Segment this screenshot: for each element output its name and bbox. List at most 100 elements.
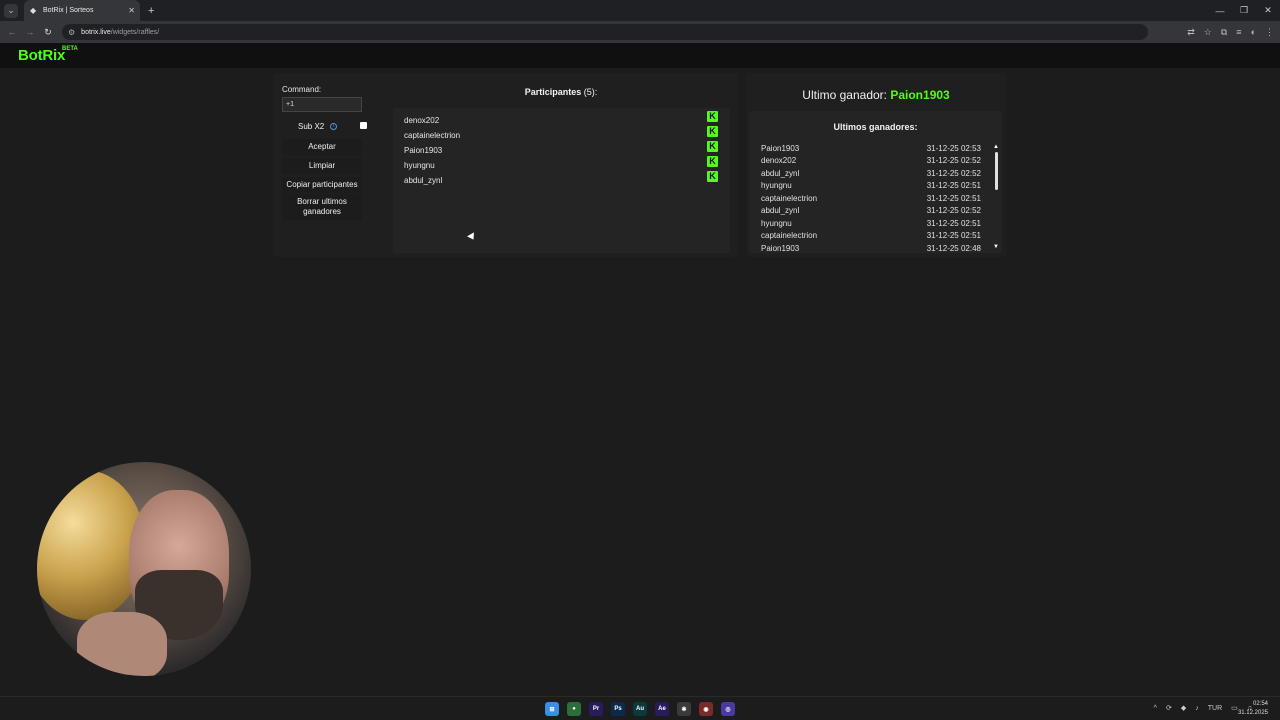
last-winner-label: Ultimo ganador: — [802, 88, 887, 102]
reload-icon[interactable]: ↻ — [42, 27, 54, 38]
settings-icon[interactable]: ✱ — [677, 702, 691, 716]
tab-title: BotRix | Sorteos — [43, 7, 94, 14]
window-controls: — ❐ ✕ — [1208, 0, 1280, 21]
command-label: Command: — [282, 85, 322, 94]
participants-list: denox202 K captainelectrion K Paion1903 … — [393, 108, 730, 253]
participant-name: captainelectrion — [404, 131, 461, 140]
webcam-overlay — [37, 462, 251, 676]
list-item: abdul_zynl K — [404, 170, 722, 185]
language-indicator[interactable]: TUR — [1208, 705, 1222, 712]
winner-name: captainelectrion — [761, 231, 818, 240]
botrix-logo[interactable]: BotRix — [18, 47, 65, 64]
kick-icon: K — [707, 126, 718, 137]
restore-icon[interactable]: ❐ — [1232, 5, 1256, 16]
clock[interactable]: 02:54 31.12.2025 — [1238, 700, 1268, 718]
last-winner-name: Paion1903 — [890, 88, 950, 102]
table-row: captainelectrion 31-12-25 02:51 — [761, 193, 981, 205]
windows-start-icon[interactable]: ⊞ — [545, 702, 559, 716]
scroll-up-icon[interactable]: ▲ — [993, 144, 999, 150]
list-item: captainelectrion K — [404, 125, 722, 140]
forward-icon[interactable]: → — [24, 27, 36, 37]
winners-list[interactable]: Ultimos ganadores: Paion1903 31-12-25 02:… — [749, 111, 1002, 253]
bookmark-star-icon[interactable]: ☆ — [1204, 27, 1212, 38]
tab-search-icon[interactable]: ⌄ — [4, 3, 18, 18]
winner-name: hyungnu — [761, 181, 792, 190]
participant-name: denox202 — [404, 116, 440, 125]
participant-name: hyungnu — [404, 161, 435, 170]
new-tab-icon[interactable]: + — [148, 5, 154, 17]
minimize-icon[interactable]: — — [1208, 6, 1232, 16]
list-item: Paion1903 K — [404, 140, 722, 155]
winner-date: 31-12-25 02:51 — [926, 181, 981, 190]
participants-title: Participantes (5): — [393, 87, 729, 97]
participants-label: Participantes — [524, 87, 582, 97]
winners-title: Ultimos ganadores: — [833, 122, 918, 132]
participant-name: Paion1903 — [404, 146, 443, 155]
participant-name: abdul_zynl — [404, 176, 443, 185]
table-row: denox202 31-12-25 02:52 — [761, 155, 981, 167]
media-icon[interactable]: ≡ — [1236, 27, 1241, 37]
list-item: hyungnu K — [404, 155, 722, 170]
winner-name: captainelectrion — [761, 194, 818, 203]
kick-icon: K — [707, 111, 718, 122]
browser-tab[interactable]: ◆ BotRix | Sorteos ✕ — [24, 0, 140, 21]
extensions-icon[interactable]: ⧉ — [1221, 27, 1227, 38]
close-window-icon[interactable]: ✕ — [1256, 5, 1280, 16]
network-status-icon[interactable]: ◆ — [1181, 704, 1186, 712]
last-winner-heading: Ultimo ganador: Paion1903 — [746, 88, 1006, 102]
after-effects-icon[interactable]: Ae — [655, 702, 669, 716]
browser-toolbar-right: ⇄ ☆ ⧉ ≡ ◐ ⋮ — [1187, 27, 1274, 38]
microphone-icon[interactable]: ♪ — [1195, 705, 1199, 712]
winner-date: 31-12-25 02:51 — [926, 231, 981, 240]
tray-expand-icon[interactable]: ^ — [1154, 705, 1157, 712]
clock-date: 31.12.2025 — [1237, 710, 1268, 716]
kick-icon: K — [707, 171, 718, 182]
winner-name: abdul_zynl — [761, 169, 800, 178]
accept-button[interactable]: Aceptar — [282, 139, 362, 155]
profile-icon[interactable]: ◐ — [1251, 27, 1256, 37]
winner-date: 31-12-25 02:52 — [926, 156, 981, 165]
info-icon[interactable]: i — [330, 122, 338, 130]
table-row: captainelectrion 31-12-25 02:51 — [761, 230, 981, 242]
winner-date: 31-12-25 02:48 — [926, 244, 981, 253]
scrollbar-thumb[interactable] — [995, 152, 998, 190]
command-input[interactable] — [282, 97, 362, 112]
audition-icon[interactable]: Au — [633, 702, 647, 716]
table-row: abdul_zynl 31-12-25 02:52 — [761, 168, 981, 180]
winner-name: Paion1903 — [761, 144, 800, 153]
taskbar: ⊞ ● Pr Ps Au Ae ✱ ◉ ◎ ^ ⟳ ◆ ♪ TUR ▭ ♫ 02… — [0, 696, 1280, 720]
site-header: BotRix BETA — [0, 43, 1280, 68]
chrome-icon[interactable]: ● — [567, 702, 581, 716]
translate-icon[interactable]: ⇄ — [1187, 27, 1195, 38]
photoshop-icon[interactable]: Ps — [611, 702, 625, 716]
close-tab-icon[interactable]: ✕ — [128, 6, 135, 15]
premiere-icon[interactable]: Pr — [589, 702, 603, 716]
winner-date: 31-12-25 02:51 — [926, 219, 981, 228]
browser-tab-bar: ⌄ ◆ BotRix | Sorteos ✕ + — ❐ ✕ — [0, 0, 1280, 21]
delete-last-winners-button[interactable]: Borrar ultimos ganadores — [282, 194, 362, 220]
discord-icon[interactable]: ◎ — [721, 702, 735, 716]
clear-button[interactable]: Limpiar — [282, 158, 362, 174]
copy-participants-button[interactable]: Copiar participantes — [282, 177, 362, 193]
winner-name: abdul_zynl — [761, 206, 800, 215]
participants-count: (5): — [583, 87, 598, 97]
winner-name: hyungnu — [761, 219, 792, 228]
clock-time: 02:54 — [1252, 701, 1268, 707]
taskbar-apps: ⊞ ● Pr Ps Au Ae ✱ ◉ ◎ — [545, 702, 735, 716]
table-row: abdul_zynl 31-12-25 02:52 — [761, 205, 981, 217]
chrome-profile-icon[interactable]: ◉ — [699, 702, 713, 716]
sub-x2-row: Sub X2 i — [282, 120, 372, 132]
list-item: denox202 K — [404, 110, 722, 125]
address-bar-row: ← → ↻ ⚙ botrix.live /widgets/raffles/ ⇄ … — [0, 21, 1280, 43]
sub-x2-checkbox[interactable] — [360, 122, 367, 129]
menu-icon[interactable]: ⋮ — [1265, 27, 1274, 38]
streamer-hand-image — [77, 612, 167, 676]
url-field[interactable]: ⚙ botrix.live /widgets/raffles/ — [62, 24, 1148, 40]
back-icon[interactable]: ← — [6, 27, 18, 37]
winner-name: denox202 — [761, 156, 797, 165]
sync-icon[interactable]: ⟳ — [1166, 704, 1172, 712]
winner-name: Paion1903 — [761, 244, 800, 253]
display-icon[interactable]: ▭ — [1231, 704, 1238, 712]
site-info-icon[interactable]: ⚙ — [68, 28, 75, 37]
scroll-down-icon[interactable]: ▼ — [993, 244, 999, 250]
